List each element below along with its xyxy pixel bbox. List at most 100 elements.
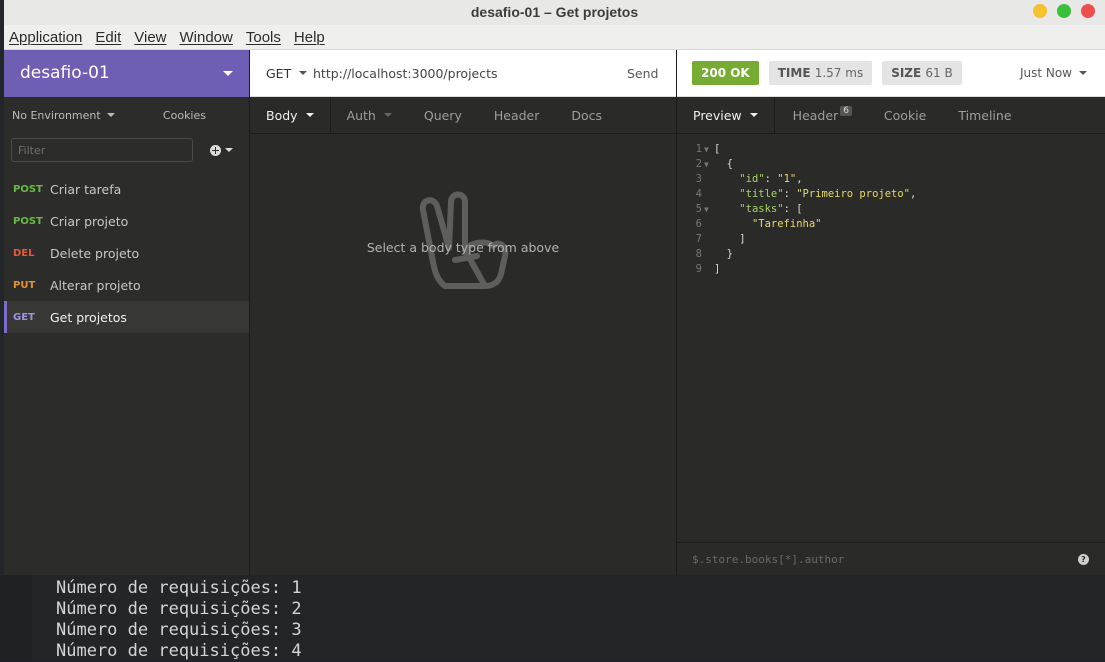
menu-view[interactable]: View (134, 29, 166, 46)
method-dropdown[interactable]: GET (250, 66, 313, 81)
tab-docs[interactable]: Docs (555, 97, 618, 133)
method-badge: PUT (13, 279, 36, 291)
url-input[interactable]: http://localhost:3000/projects (313, 66, 627, 81)
close-button[interactable] (1081, 4, 1095, 18)
tab-cookie[interactable]: Cookie (868, 97, 942, 133)
menu-bar: Application Edit View Window Tools Help (4, 25, 1105, 50)
code-line: 3 "id": "1", (695, 173, 803, 185)
code-line: 5 ▼ "tasks": [ (695, 203, 803, 215)
response-tabs: Preview Header 6 Cookie Timeline (677, 97, 1105, 134)
request-name: Alterar projeto (50, 277, 141, 293)
tab-label: Timeline (958, 107, 1012, 123)
response-filter-bar[interactable]: $.store.books[*].author ? (677, 542, 1105, 575)
app-body: desafio-01 No Environment Cookies Filter… (4, 50, 1105, 575)
code-line: 7 ] (695, 233, 746, 245)
environment-label: No Environment (12, 108, 101, 122)
environment-dropdown[interactable]: No Environment (12, 109, 115, 122)
tab-header[interactable]: Header (478, 97, 556, 133)
code-line: 2 ▼ { (695, 158, 733, 170)
menu-help[interactable]: Help (294, 29, 325, 46)
terminal-line: Número de requisições: 3 (56, 620, 302, 640)
maximize-button[interactable] (1057, 4, 1071, 18)
size-value: 61 B (925, 66, 953, 80)
method-badge: GET (13, 311, 35, 323)
tab-label: Auth (346, 107, 376, 123)
tab-label: Preview (693, 107, 742, 123)
response-json-viewer: 1 ▼[ 2 ▼ { 3 "id": "1", 4 "title": "Primei… (677, 142, 917, 277)
terminal-line: Número de requisições: 4 (56, 641, 302, 661)
tab-label: Cookie (883, 107, 927, 123)
chevron-down-icon (223, 71, 233, 76)
request-item-delete-projeto[interactable]: DEL Delete projeto (4, 237, 249, 269)
code-line: 8 } (695, 248, 733, 260)
window-controls (1033, 4, 1095, 18)
method-badge: POST (13, 183, 43, 195)
tab-label: Header (493, 107, 540, 123)
request-item-criar-tarefa[interactable]: POST Criar tarefa (4, 173, 249, 205)
plus-circle-icon (210, 144, 221, 156)
send-button[interactable]: Send (627, 66, 676, 81)
time-label: TIME (777, 66, 811, 80)
insomnia-window: desafio-01 – Get projetos Application Ed… (4, 0, 1105, 575)
menu-tools[interactable]: Tools (246, 29, 281, 46)
tab-auth[interactable]: Auth (331, 97, 408, 133)
header-count-badge: 6 (840, 106, 852, 116)
workspace-dropdown[interactable]: desafio-01 (4, 50, 249, 97)
history-label: Just Now (1019, 66, 1072, 80)
terminal-gutter (0, 575, 32, 661)
method-badge: POST (13, 215, 43, 227)
cookies-button[interactable]: Cookies (163, 109, 206, 122)
tab-label: Docs (571, 107, 603, 123)
add-request-button[interactable] (210, 144, 233, 156)
filter-row (4, 133, 249, 167)
tab-label: Header (792, 107, 839, 123)
environment-row: No Environment Cookies (4, 97, 249, 133)
menu-window[interactable]: Window (180, 29, 233, 46)
request-list: POST Criar tarefa POST Criar projeto DEL… (4, 173, 249, 333)
request-name: Delete projeto (50, 245, 140, 261)
minimize-button[interactable] (1033, 4, 1047, 18)
request-tabs: Body Auth Query Header Docs (250, 97, 676, 134)
chevron-down-icon (305, 113, 314, 117)
method-label: GET (266, 65, 292, 81)
tab-response-header[interactable]: Header 6 (775, 97, 868, 133)
menu-application[interactable]: Application (9, 29, 82, 46)
sidebar: desafio-01 No Environment Cookies Filter… (4, 50, 250, 575)
empty-body-message: Select a body type from above (366, 240, 560, 255)
code-line: 4 "title": "Primeiro projeto", (695, 188, 917, 200)
code-line: 9] (695, 263, 721, 275)
help-icon[interactable]: ? (1078, 554, 1089, 565)
title-bar: desafio-01 – Get projetos (4, 0, 1105, 25)
time-value: 1.57 ms (814, 66, 864, 80)
chevron-down-icon (299, 71, 308, 75)
request-item-criar-projeto[interactable]: POST Criar projeto (4, 205, 249, 237)
chevron-down-icon (225, 148, 233, 152)
request-item-alterar-projeto[interactable]: PUT Alterar projeto (4, 269, 249, 301)
request-item-get-projetos[interactable]: GET Get projetos (4, 301, 249, 333)
terminal-output: Número de requisições: 1 Número de requi… (56, 568, 302, 662)
tab-label: Query (423, 107, 462, 123)
chevron-down-icon (383, 113, 392, 117)
terminal-line: Número de requisições: 2 (56, 599, 302, 619)
request-name: Get projetos (50, 309, 127, 325)
chevron-down-icon (106, 113, 115, 117)
time-badge: TIME 1.57 ms (768, 61, 873, 85)
history-dropdown[interactable]: Just Now (1020, 66, 1087, 80)
tab-query[interactable]: Query (408, 97, 478, 133)
request-name: Criar tarefa (50, 181, 122, 197)
request-name: Criar projeto (50, 213, 129, 229)
tab-label: Body (266, 107, 298, 123)
code-line: 6 "Tarefinha" (695, 218, 822, 230)
response-filter-input[interactable]: $.store.books[*].author (692, 553, 844, 566)
tab-body[interactable]: Body (250, 97, 331, 133)
chevron-down-icon (1079, 71, 1087, 75)
response-status-bar: 200 OK TIME 1.57 ms SIZE 61 B Just Now (677, 50, 1105, 97)
tab-preview[interactable]: Preview (677, 97, 775, 133)
tab-timeline[interactable]: Timeline (942, 97, 1027, 133)
size-label: SIZE (891, 66, 922, 80)
method-badge: DEL (13, 247, 35, 259)
response-pane: 200 OK TIME 1.57 ms SIZE 61 B Just Now P… (677, 50, 1105, 575)
menu-edit[interactable]: Edit (95, 29, 121, 46)
code-line: 1 ▼[ (695, 143, 721, 155)
sidebar-filter-input[interactable] (11, 138, 193, 162)
